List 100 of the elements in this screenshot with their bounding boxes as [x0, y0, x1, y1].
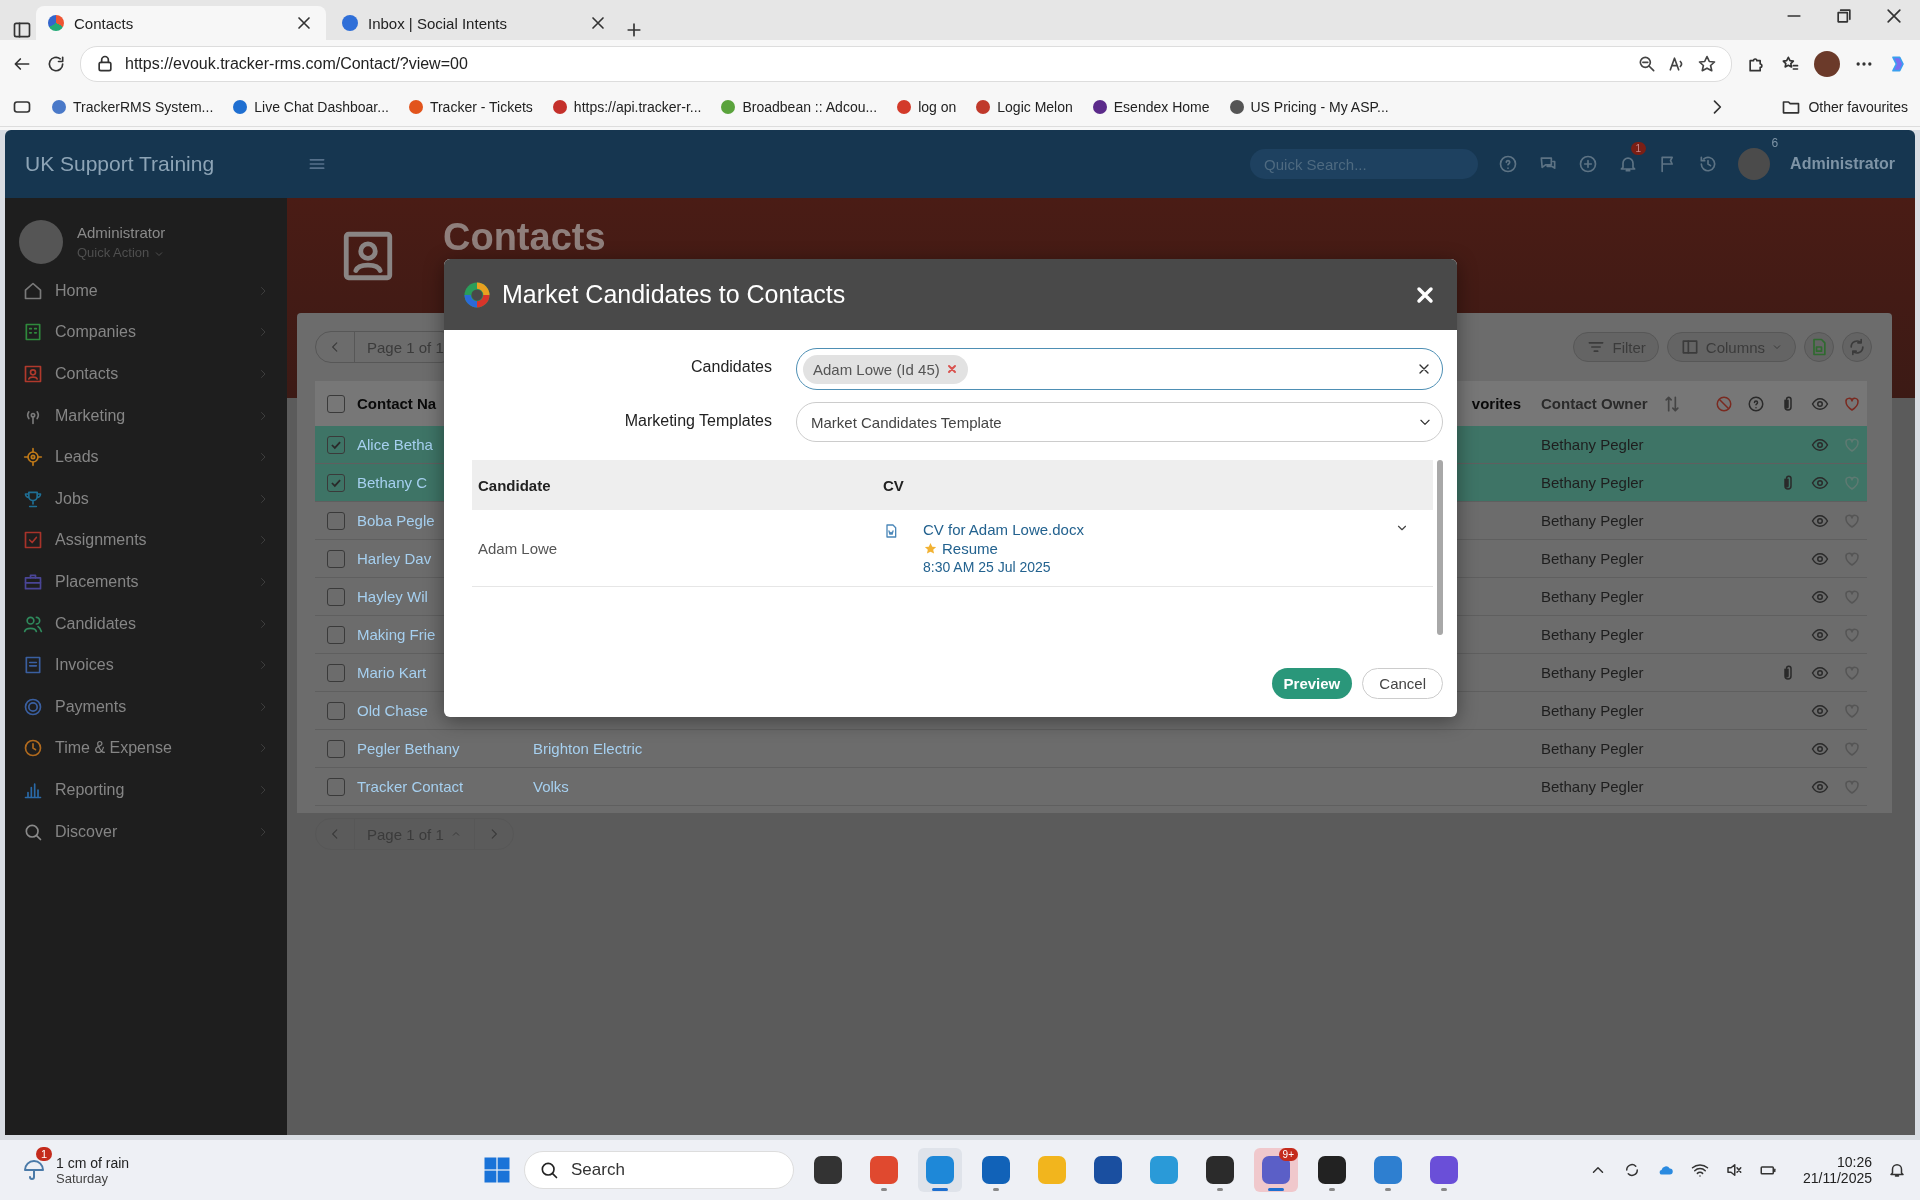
table-cell: Bethany Pegler	[1541, 626, 1644, 643]
bookmark-folder[interactable]: Other favourites	[1781, 97, 1908, 117]
site-icon	[48, 15, 64, 31]
document-icon	[883, 523, 899, 539]
contact-name-link[interactable]: Bethany C	[357, 474, 428, 491]
nav-item[interactable]: Discover	[5, 810, 287, 853]
nav-item[interactable]: Invoices	[5, 644, 287, 686]
brand-title: UK Support Training	[25, 152, 215, 176]
browser-tab[interactable]: Contacts	[36, 6, 326, 40]
cancel-button[interactable]: Cancel	[1362, 668, 1443, 699]
preview-button[interactable]: Preview	[1271, 668, 1353, 699]
dialog-title: Market Candidates to Contacts	[502, 280, 847, 309]
company-link[interactable]: Brighton Electric	[533, 740, 643, 757]
wifi-icon[interactable]	[1690, 1161, 1709, 1179]
checkbox[interactable]	[327, 435, 345, 454]
contact-name-link[interactable]: Mario Kart	[357, 664, 427, 681]
bookmark[interactable]: Esendex Home	[1092, 99, 1210, 115]
avatar	[19, 220, 63, 264]
contact-name-link[interactable]: Harley Dav	[357, 550, 432, 567]
column-header[interactable]: vorites	[1471, 395, 1521, 412]
help-icon[interactable]	[1498, 154, 1519, 174]
bookmark[interactable]: Tracker - Tickets	[408, 99, 533, 115]
reload-icon[interactable]	[46, 54, 66, 74]
nav-item[interactable]: Leads	[5, 436, 287, 478]
search-field[interactable]: Search	[569, 1159, 753, 1181]
nav-item[interactable]: Time & Expense	[5, 727, 287, 770]
checkbox[interactable]	[327, 777, 345, 796]
contact-name-link[interactable]: Pegler Bethany	[357, 740, 460, 757]
table-cell: Bethany Pegler	[1541, 778, 1644, 795]
bookmark[interactable]: log on	[897, 99, 957, 115]
field-label: Marketing Templates	[623, 412, 772, 430]
column-header[interactable]: Contact Owner	[1541, 395, 1648, 412]
add-icon[interactable]	[1578, 154, 1599, 174]
checkbox[interactable]	[327, 701, 345, 720]
checkbox[interactable]	[327, 511, 345, 530]
contact-name-link[interactable]: Hayley Wil	[357, 588, 428, 605]
address-bar[interactable]: https://evouk.tracker-rms.com/Contact/?view=00	[80, 46, 1732, 82]
nav-item[interactable]: Contacts	[5, 353, 287, 395]
nav-item[interactable]: Jobs	[5, 477, 287, 520]
table-cell: Bethany Pegler	[1541, 702, 1644, 719]
contact-name-link[interactable]: Making Frie	[357, 626, 436, 643]
nav-item[interactable]: Assignments	[5, 519, 287, 562]
checkbox[interactable]	[327, 549, 345, 568]
blocked-icon	[1715, 394, 1733, 413]
nav-item[interactable]: Candidates	[5, 602, 287, 645]
muted-speaker-icon[interactable]	[1724, 1161, 1743, 1179]
remove-icon[interactable]	[945, 363, 958, 375]
refresh-button[interactable]	[1842, 332, 1872, 362]
checkbox[interactable]	[327, 473, 345, 492]
checkbox[interactable]	[327, 663, 345, 682]
bookmark[interactable]: Broadbean :: Adcou...	[721, 99, 878, 115]
checkbox[interactable]	[327, 625, 345, 644]
nav-item[interactable]: Home	[5, 270, 287, 312]
table-cell: Bethany Pegler	[1541, 512, 1644, 529]
weather-text[interactable]: 1 cm of rain	[56, 1154, 130, 1171]
table-cell: Bethany Pegler	[1541, 588, 1644, 605]
contact-name-link[interactable]: Tracker Contact	[357, 778, 464, 795]
cv-type: Resume	[942, 540, 998, 557]
table-cell: Bethany Pegler	[1541, 474, 1644, 491]
help-icon	[1747, 394, 1765, 413]
refresh-icon	[1847, 337, 1867, 357]
company-link[interactable]: Volks	[533, 778, 569, 795]
search-icon	[539, 1160, 559, 1180]
contact-name-link[interactable]: Old Chase	[357, 702, 428, 719]
table-cell: Bethany Pegler	[1541, 436, 1644, 453]
bookmark[interactable]: Live Chat Dashboar...	[233, 99, 389, 115]
bell-icon[interactable]	[1888, 1161, 1906, 1179]
nav-item[interactable]: Companies	[5, 311, 287, 354]
contact-name-link[interactable]: Alice Betha	[357, 436, 433, 453]
nav-item[interactable]: Marketing	[5, 394, 287, 437]
taskbar-app[interactable]: 9+	[1254, 1148, 1298, 1192]
bookmark[interactable]: Logic Melon	[976, 99, 1073, 115]
restore-icon[interactable]	[1834, 6, 1854, 26]
star-icon[interactable]	[1697, 54, 1717, 74]
clock[interactable]: 10:26 21/11/2025	[1802, 1154, 1872, 1186]
scrollbar[interactable]	[1437, 460, 1443, 635]
windows-icon[interactable]	[482, 1155, 512, 1185]
bookmark[interactable]: https://api.tracker-r...	[552, 99, 702, 115]
checkbox[interactable]	[327, 587, 345, 606]
zoom-out-icon[interactable]	[1637, 54, 1657, 74]
candidate-tag[interactable]: Adam Lowe (Id 45)	[803, 354, 968, 384]
search-box[interactable]: Search	[524, 1151, 794, 1189]
cv-file-link[interactable]: CV for Adam Lowe.docx	[923, 521, 1371, 538]
bookmark[interactable]: TrackerRMS System...	[52, 99, 214, 115]
checkbox[interactable]	[327, 739, 345, 758]
browser-tab[interactable]: Inbox | Social Intents	[330, 6, 620, 40]
nav-item[interactable]: Payments	[5, 685, 287, 728]
lock-icon	[95, 54, 115, 74]
avatar[interactable]	[1814, 51, 1840, 77]
table-cell: Bethany Pegler	[1541, 550, 1644, 567]
user-menu[interactable]: Administrator	[1790, 155, 1895, 173]
bookmark[interactable]: US Pricing - My ASP...	[1229, 99, 1389, 115]
cv-date: 8:30 AM 25 Jul 2025	[923, 559, 1052, 575]
sidebar-toggle-icon[interactable]	[12, 20, 32, 40]
nav-item[interactable]: Reporting	[5, 769, 287, 811]
checkbox[interactable]	[327, 394, 345, 413]
star-icon	[923, 541, 938, 556]
nav-item[interactable]: Placements	[5, 561, 287, 603]
close-icon[interactable]	[1884, 6, 1904, 26]
contact-name-link[interactable]: Boba Pegle	[357, 512, 435, 529]
